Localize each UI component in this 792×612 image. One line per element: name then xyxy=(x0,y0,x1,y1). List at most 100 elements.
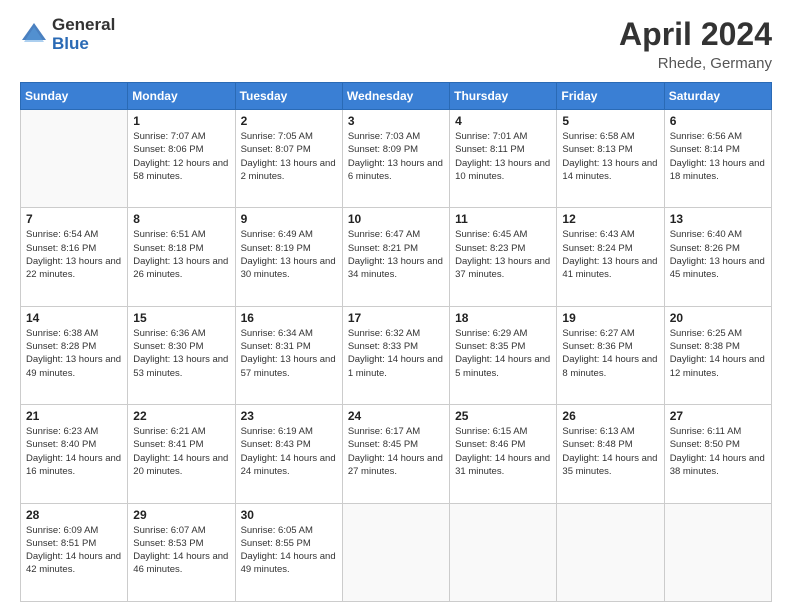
day-number: 3 xyxy=(348,114,444,128)
calendar-cell: 25 Sunrise: 6:15 AMSunset: 8:46 PMDayligh… xyxy=(450,405,557,503)
calendar-cell: 8 Sunrise: 6:51 AMSunset: 8:18 PMDaylight… xyxy=(128,208,235,306)
day-number: 21 xyxy=(26,409,122,423)
day-info: Sunrise: 7:07 AMSunset: 8:06 PMDaylight:… xyxy=(133,130,229,183)
header-thursday: Thursday xyxy=(450,83,557,110)
day-info: Sunrise: 6:40 AMSunset: 8:26 PMDaylight:… xyxy=(670,228,766,281)
header-wednesday: Wednesday xyxy=(342,83,449,110)
day-info: Sunrise: 6:17 AMSunset: 8:45 PMDaylight:… xyxy=(348,425,444,478)
day-number: 9 xyxy=(241,212,337,226)
calendar-cell: 9Sunrise: 6:49 AMSunset: 8:19 PMDaylight… xyxy=(235,208,342,306)
day-info: Sunrise: 6:47 AMSunset: 8:21 PMDaylight:… xyxy=(348,228,444,281)
day-number: 12 xyxy=(562,212,658,226)
calendar-cell: 21 Sunrise: 6:23 AMSunset: 8:40 PMDayligh… xyxy=(21,405,128,503)
day-number: 18 xyxy=(455,311,551,325)
calendar-cell: 4Sunrise: 7:01 AMSunset: 8:11 PMDaylight… xyxy=(450,110,557,208)
day-info: Sunrise: 6:21 AMSunset: 8:41 PMDaylight:… xyxy=(133,425,229,478)
day-info: Sunrise: 7:01 AMSunset: 8:11 PMDaylight:… xyxy=(455,130,551,183)
calendar-week-row: 21 Sunrise: 6:23 AMSunset: 8:40 PMDayligh… xyxy=(21,405,772,503)
calendar-cell: 13 Sunrise: 6:40 AMSunset: 8:26 PMDayligh… xyxy=(664,208,771,306)
header-sunday: Sunday xyxy=(21,83,128,110)
title-location: Rhede, Germany xyxy=(619,55,772,72)
day-info: Sunrise: 6:15 AMSunset: 8:46 PMDaylight:… xyxy=(455,425,551,478)
calendar-cell: 6 Sunrise: 6:56 AMSunset: 8:14 PMDaylight… xyxy=(664,110,771,208)
calendar-cell xyxy=(557,503,664,601)
day-info: Sunrise: 6:32 AMSunset: 8:33 PMDaylight:… xyxy=(348,327,444,380)
logo-text: General Blue xyxy=(52,16,115,53)
day-info: Sunrise: 6:56 AMSunset: 8:14 PMDaylight:… xyxy=(670,130,766,183)
calendar-cell xyxy=(664,503,771,601)
day-info: Sunrise: 6:13 AMSunset: 8:48 PMDaylight:… xyxy=(562,425,658,478)
calendar-cell: 23Sunrise: 6:19 AMSunset: 8:43 PMDayligh… xyxy=(235,405,342,503)
calendar-cell: 5 Sunrise: 6:58 AMSunset: 8:13 PMDaylight… xyxy=(557,110,664,208)
calendar-week-row: 14 Sunrise: 6:38 AMSunset: 8:28 PMDayligh… xyxy=(21,306,772,404)
calendar-cell: 7 Sunrise: 6:54 AMSunset: 8:16 PMDaylight… xyxy=(21,208,128,306)
calendar-cell: 24Sunrise: 6:17 AMSunset: 8:45 PMDayligh… xyxy=(342,405,449,503)
calendar-table: Sunday Monday Tuesday Wednesday Thursday… xyxy=(20,82,772,602)
day-number: 8 xyxy=(133,212,229,226)
day-number: 28 xyxy=(26,508,122,522)
day-number: 14 xyxy=(26,311,122,325)
header-monday: Monday xyxy=(128,83,235,110)
day-info: Sunrise: 6:23 AMSunset: 8:40 PMDaylight:… xyxy=(26,425,122,478)
calendar-cell: 18 Sunrise: 6:29 AMSunset: 8:35 PMDayligh… xyxy=(450,306,557,404)
day-info: Sunrise: 6:54 AMSunset: 8:16 PMDaylight:… xyxy=(26,228,122,281)
title-month: April 2024 xyxy=(619,16,772,53)
header-tuesday: Tuesday xyxy=(235,83,342,110)
calendar-cell: 20Sunrise: 6:25 AMSunset: 8:38 PMDayligh… xyxy=(664,306,771,404)
day-number: 2 xyxy=(241,114,337,128)
calendar-cell: 28 Sunrise: 6:09 AMSunset: 8:51 PMDayligh… xyxy=(21,503,128,601)
day-info: Sunrise: 6:11 AMSunset: 8:50 PMDaylight:… xyxy=(670,425,766,478)
calendar-cell: 3 Sunrise: 7:03 AMSunset: 8:09 PMDaylight… xyxy=(342,110,449,208)
day-number: 13 xyxy=(670,212,766,226)
day-info: Sunrise: 6:38 AMSunset: 8:28 PMDaylight:… xyxy=(26,327,122,380)
day-number: 5 xyxy=(562,114,658,128)
calendar-cell: 11 Sunrise: 6:45 AMSunset: 8:23 PMDayligh… xyxy=(450,208,557,306)
header-saturday: Saturday xyxy=(664,83,771,110)
day-info: Sunrise: 6:51 AMSunset: 8:18 PMDaylight:… xyxy=(133,228,229,281)
day-number: 6 xyxy=(670,114,766,128)
day-number: 25 xyxy=(455,409,551,423)
day-info: Sunrise: 6:07 AMSunset: 8:53 PMDaylight:… xyxy=(133,524,229,577)
logo-icon xyxy=(20,20,48,48)
day-info: Sunrise: 6:58 AMSunset: 8:13 PMDaylight:… xyxy=(562,130,658,183)
logo: General Blue xyxy=(20,16,115,53)
day-number: 26 xyxy=(562,409,658,423)
day-info: Sunrise: 6:09 AMSunset: 8:51 PMDaylight:… xyxy=(26,524,122,577)
calendar-cell: 19Sunrise: 6:27 AMSunset: 8:36 PMDayligh… xyxy=(557,306,664,404)
calendar-cell: 15 Sunrise: 6:36 AMSunset: 8:30 PMDayligh… xyxy=(128,306,235,404)
day-number: 22 xyxy=(133,409,229,423)
day-info: Sunrise: 6:34 AMSunset: 8:31 PMDaylight:… xyxy=(241,327,337,380)
day-info: Sunrise: 6:36 AMSunset: 8:30 PMDaylight:… xyxy=(133,327,229,380)
calendar-cell: 2Sunrise: 7:05 AMSunset: 8:07 PMDaylight… xyxy=(235,110,342,208)
day-info: Sunrise: 6:29 AMSunset: 8:35 PMDaylight:… xyxy=(455,327,551,380)
weekday-header-row: Sunday Monday Tuesday Wednesday Thursday… xyxy=(21,83,772,110)
calendar-cell xyxy=(21,110,128,208)
calendar-cell xyxy=(450,503,557,601)
day-number: 20 xyxy=(670,311,766,325)
page: General Blue April 2024 Rhede, Germany S… xyxy=(0,0,792,612)
day-info: Sunrise: 7:03 AMSunset: 8:09 PMDaylight:… xyxy=(348,130,444,183)
calendar-cell: 16 Sunrise: 6:34 AMSunset: 8:31 PMDayligh… xyxy=(235,306,342,404)
calendar-week-row: 1 Sunrise: 7:07 AMSunset: 8:06 PMDaylight… xyxy=(21,110,772,208)
calendar-cell: 26 Sunrise: 6:13 AMSunset: 8:48 PMDayligh… xyxy=(557,405,664,503)
calendar-cell: 29 Sunrise: 6:07 AMSunset: 8:53 PMDayligh… xyxy=(128,503,235,601)
day-number: 30 xyxy=(241,508,337,522)
day-number: 17 xyxy=(348,311,444,325)
calendar-week-row: 7 Sunrise: 6:54 AMSunset: 8:16 PMDaylight… xyxy=(21,208,772,306)
calendar-cell xyxy=(342,503,449,601)
calendar-cell: 14 Sunrise: 6:38 AMSunset: 8:28 PMDayligh… xyxy=(21,306,128,404)
header: General Blue April 2024 Rhede, Germany xyxy=(20,16,772,72)
day-info: Sunrise: 6:45 AMSunset: 8:23 PMDaylight:… xyxy=(455,228,551,281)
calendar-cell: 17 Sunrise: 6:32 AMSunset: 8:33 PMDayligh… xyxy=(342,306,449,404)
day-number: 23 xyxy=(241,409,337,423)
title-block: April 2024 Rhede, Germany xyxy=(619,16,772,72)
day-number: 11 xyxy=(455,212,551,226)
day-number: 7 xyxy=(26,212,122,226)
day-number: 16 xyxy=(241,311,337,325)
day-number: 29 xyxy=(133,508,229,522)
day-number: 19 xyxy=(562,311,658,325)
calendar-cell: 22 Sunrise: 6:21 AMSunset: 8:41 PMDayligh… xyxy=(128,405,235,503)
day-number: 15 xyxy=(133,311,229,325)
day-number: 27 xyxy=(670,409,766,423)
day-number: 1 xyxy=(133,114,229,128)
